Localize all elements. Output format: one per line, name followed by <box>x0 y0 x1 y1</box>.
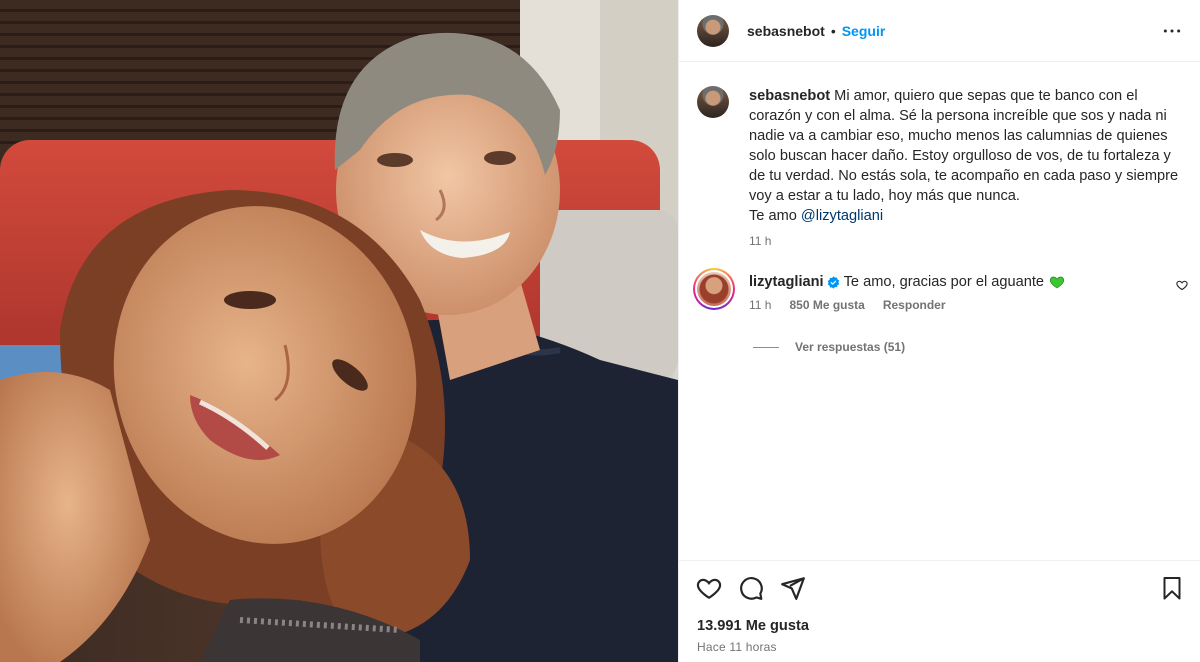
more-horizontal-icon[interactable] <box>1160 19 1184 43</box>
comment-like-heart-icon[interactable] <box>1176 279 1188 291</box>
comment-author-avatar[interactable] <box>697 272 731 306</box>
author-avatar[interactable] <box>697 14 729 47</box>
comment-author-username[interactable]: lizytagliani <box>749 272 824 292</box>
caption-body: sebasnebot Mi amor, quiero que sepas que… <box>749 86 1184 248</box>
post-photo[interactable] <box>0 0 678 662</box>
caption-author-username[interactable]: sebasnebot <box>749 88 830 104</box>
comment-meta: 11 h 850 Me gusta Responder <box>749 298 1169 312</box>
view-replies-label: Ver respuestas (51) <box>795 340 906 354</box>
comment-author-story-ring[interactable] <box>693 268 735 310</box>
selfie-photo-illustration <box>0 0 678 662</box>
green-heart-icon <box>1049 276 1065 289</box>
bookmark-icon[interactable] <box>1158 574 1186 602</box>
comment-text: Te amo, gracias por el aguante <box>843 274 1044 290</box>
caption-text: sebasnebot Mi amor, quiero que sepas que… <box>749 86 1184 226</box>
caption-age[interactable]: 11 h <box>749 234 1184 248</box>
follow-button[interactable]: Seguir <box>842 23 886 39</box>
heart-icon[interactable] <box>695 574 723 602</box>
caption-closing-line: Te amo @lizytagliani <box>749 206 1184 226</box>
separator-dot: • <box>830 22 836 39</box>
share-icon[interactable] <box>779 574 807 602</box>
post-header: sebasnebot • Seguir <box>679 0 1200 62</box>
comment-item: lizytagliani Te amo, gracias por el agua… <box>679 248 1200 312</box>
author-username[interactable]: sebasnebot <box>747 23 825 39</box>
caption-author-avatar[interactable] <box>697 86 729 118</box>
post-actions-bar <box>679 560 1200 614</box>
caption-mention-link[interactable]: @lizytagliani <box>801 208 883 224</box>
post-details-panel: sebasnebot • Seguir sebasnebot Mi amor, … <box>678 0 1200 662</box>
reply-button[interactable]: Responder <box>883 298 946 312</box>
verified-badge-icon <box>827 275 839 289</box>
caption-message: Mi amor, quiero que sepas que te banco c… <box>749 88 1179 204</box>
post-timestamp[interactable]: Hace 11 horas <box>697 640 777 654</box>
post-caption: sebasnebot Mi amor, quiero que sepas que… <box>679 62 1200 248</box>
like-count[interactable]: 13.991 Me gusta <box>697 618 809 634</box>
comment-likes[interactable]: 850 Me gusta <box>789 298 864 312</box>
comment-icon[interactable] <box>737 574 765 602</box>
caption-closing: Te amo <box>749 208 801 224</box>
comment-line: lizytagliani Te amo, gracias por el agua… <box>749 272 1169 292</box>
comment-age[interactable]: 11 h <box>749 298 771 312</box>
view-replies-button[interactable]: Ver respuestas (51) <box>753 340 1200 354</box>
comment-body: lizytagliani Te amo, gracias por el agua… <box>749 272 1169 312</box>
replies-divider <box>753 346 779 348</box>
